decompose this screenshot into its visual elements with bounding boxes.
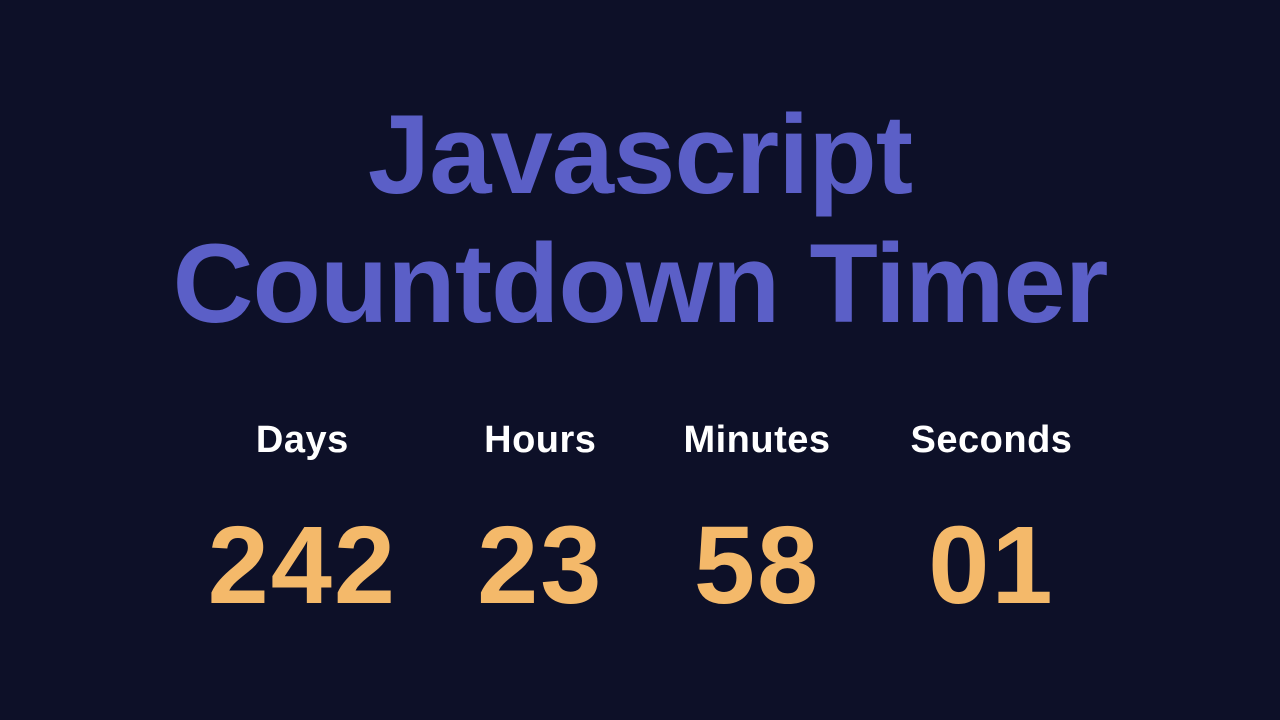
timer-value-hours: 23 <box>477 502 603 629</box>
title-line-1: Javascript <box>368 92 912 217</box>
title-line-2: Countdown Timer <box>173 221 1108 346</box>
timer-label-seconds: Seconds <box>911 419 1073 462</box>
timer-label-hours: Hours <box>484 419 596 462</box>
timer-unit-days: Days 242 <box>208 419 398 629</box>
timer-value-seconds: 01 <box>928 502 1054 629</box>
page-title: Javascript Countdown Timer <box>173 91 1108 349</box>
timer-unit-minutes: Minutes 58 <box>683 419 830 629</box>
timer-value-days: 242 <box>208 502 398 629</box>
countdown-timer: Days 242 Hours 23 Minutes 58 Seconds 01 <box>208 419 1073 629</box>
timer-label-minutes: Minutes <box>683 419 830 462</box>
timer-unit-hours: Hours 23 <box>477 419 603 629</box>
timer-value-minutes: 58 <box>694 502 820 629</box>
timer-unit-seconds: Seconds 01 <box>911 419 1073 629</box>
timer-label-days: Days <box>256 419 349 462</box>
